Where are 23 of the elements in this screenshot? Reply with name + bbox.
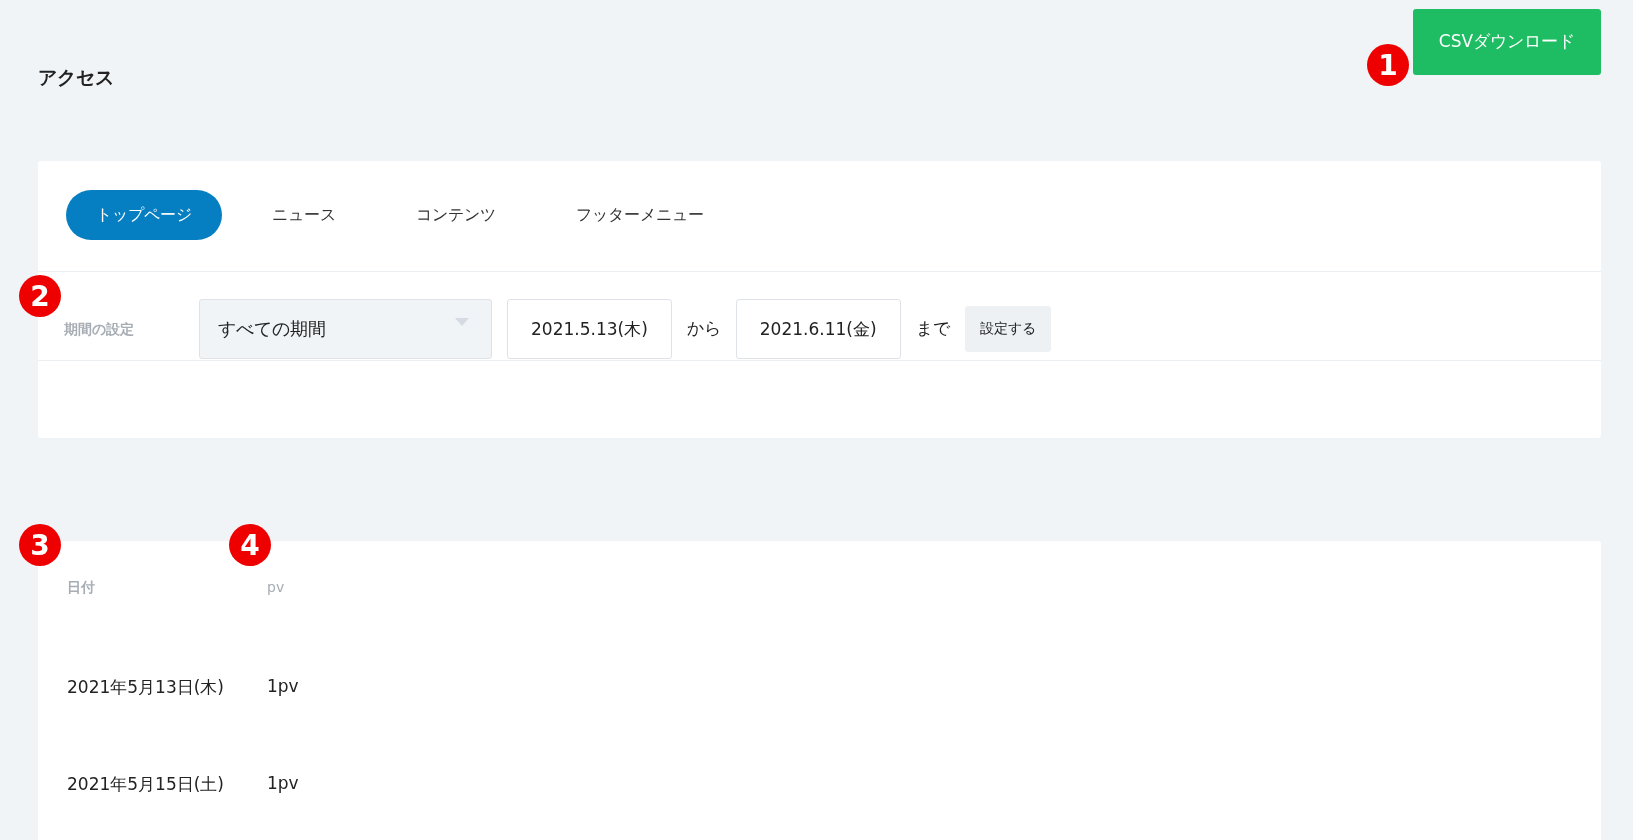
tab[interactable]: コンテンツ: [386, 190, 526, 240]
table-cell-text: 2021年5月15日(土): [67, 773, 225, 796]
tab[interactable]: フッターメニュー: [546, 190, 734, 240]
column-header: pv: [267, 579, 286, 595]
page-title: アクセス: [38, 64, 114, 90]
date-field[interactable]: 2021.5.13(木): [507, 299, 672, 359]
period-label: 期間の設定: [64, 321, 135, 339]
number-marker: 3: [19, 524, 61, 566]
period-select[interactable]: すべての期間: [199, 299, 492, 359]
to-text: まで: [915, 317, 950, 340]
caret-icon: [455, 318, 469, 326]
from-text: から: [686, 317, 721, 340]
tab[interactable]: ニュース: [242, 190, 366, 240]
apply-button[interactable]: 設定する: [964, 306, 1051, 352]
column-header: 日付: [67, 579, 96, 597]
number-marker: 1: [1367, 44, 1409, 86]
tab[interactable]: トップページ: [66, 190, 222, 240]
date-field[interactable]: 2021.6.11(金): [735, 299, 901, 359]
table-cell-text: 1pv: [267, 773, 300, 793]
table-cell-text: 2021年5月13日(木): [67, 676, 225, 699]
table-cell-text: 1pv: [267, 676, 300, 696]
number-marker: 4: [229, 524, 271, 566]
number-marker: 2: [19, 275, 61, 317]
